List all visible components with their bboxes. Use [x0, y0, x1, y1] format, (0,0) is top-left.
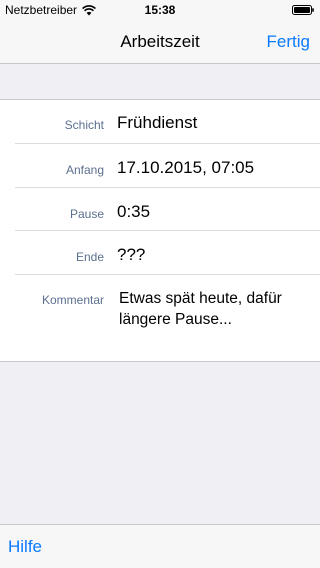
status-bar: Netzbetreiber 15:38	[0, 0, 320, 20]
break-row[interactable]: Pause 0:35	[0, 188, 320, 231]
shift-row[interactable]: Schicht Frühdienst	[0, 100, 320, 144]
end-label: Ende	[75, 250, 104, 264]
clock: 15:38	[144, 3, 176, 17]
start-value[interactable]: 17.10.2015, 07:05	[117, 158, 310, 178]
done-button[interactable]: Fertig	[267, 20, 310, 64]
start-row[interactable]: Anfang 17.10.2015, 07:05	[0, 144, 320, 188]
help-button[interactable]: Hilfe	[8, 525, 42, 568]
comment-label: Kommentar	[41, 293, 104, 307]
navigation-bar: Arbeitszeit Fertig	[0, 20, 320, 64]
end-row[interactable]: Ende ???	[0, 231, 320, 275]
break-label: Pause	[69, 207, 104, 221]
work-time-form: Schicht Frühdienst Anfang 17.10.2015, 07…	[0, 99, 320, 362]
end-value[interactable]: ???	[117, 245, 310, 265]
shift-label: Schicht	[64, 118, 104, 132]
battery-icon	[292, 5, 314, 15]
shift-value[interactable]: Frühdienst	[117, 113, 310, 133]
start-label: Anfang	[65, 163, 104, 177]
comment-value[interactable]: Etwas spät heute, dafür längere Pause...	[119, 288, 310, 330]
bottom-toolbar: Hilfe	[0, 524, 320, 568]
comment-row[interactable]: Kommentar Etwas spät heute, dafür länger…	[0, 275, 320, 361]
break-value[interactable]: 0:35	[117, 202, 310, 222]
